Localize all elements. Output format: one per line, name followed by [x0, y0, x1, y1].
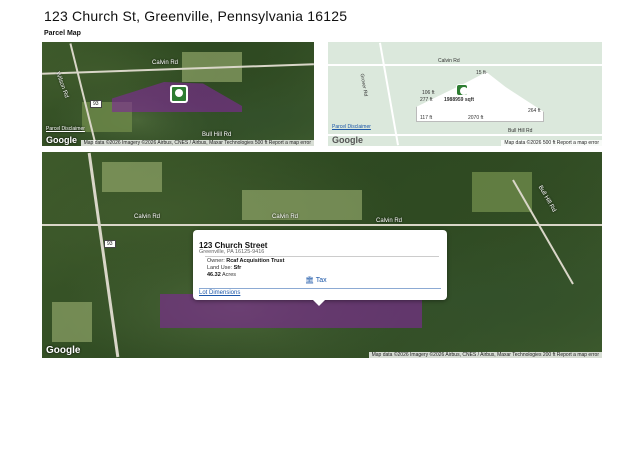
road — [328, 134, 602, 136]
road — [328, 64, 602, 66]
road-label: Calvin Rd — [272, 214, 299, 220]
owner-label: Owner: — [207, 258, 225, 264]
field-patch — [242, 190, 362, 220]
owner-value: Rcaf Acquisition Trust — [226, 258, 285, 264]
road-label: Calvin Rd — [438, 58, 460, 64]
road-label: Calvin Rd — [134, 214, 161, 220]
tax-label: Tax — [315, 277, 327, 284]
road-label: Wilson Rd — [54, 71, 70, 99]
tax-link[interactable]: 🏛 Tax — [305, 276, 327, 284]
parcel-disclaimer-link[interactable]: Parcel Disclaimer — [46, 126, 85, 132]
section-title: Parcel Map — [44, 30, 81, 37]
parcel-satellite-map-small[interactable]: Calvin Rd Bull Hill Rd Wilson Rd 93 Parc… — [42, 42, 314, 146]
dimension-label: 117 ft — [420, 115, 433, 121]
parcel-info-popup: 123 Church Street Greenville, PA 16125-9… — [193, 230, 447, 306]
google-logo: Google — [46, 345, 81, 356]
road — [378, 42, 400, 146]
map-attribution[interactable]: Map data ©2026 500 ft Report a map error — [501, 140, 602, 146]
divider — [199, 288, 441, 289]
google-logo: Google — [332, 135, 363, 145]
dimension-label: 15 ft — [476, 70, 486, 76]
road-label: Bull Hill Rd — [202, 132, 232, 138]
google-logo: Google — [46, 135, 77, 145]
field-patch — [52, 302, 92, 342]
parcel-pin-icon[interactable] — [456, 84, 468, 96]
land-use-label: Land Use: — [207, 265, 233, 271]
building-icon: 🏛 — [305, 277, 314, 284]
route-shield: 93 — [104, 240, 116, 248]
road-label: Calvin Rd — [376, 218, 403, 224]
dimension-label: 106 ft — [422, 90, 435, 96]
road-label: Calvin Rd — [152, 60, 179, 66]
area-label: 1988959 sqft — [444, 97, 475, 103]
popup-address: Greenville, PA 16125-9416 — [199, 249, 265, 255]
map-attribution[interactable]: Map data ©2026 Imagery ©2026 Airbus, CNE… — [368, 352, 602, 358]
route-shield: 93 — [90, 100, 102, 108]
dimension-label: 277 ft — [420, 97, 433, 103]
parcel-pin-icon[interactable] — [170, 85, 188, 103]
field-patch — [472, 172, 532, 212]
parcel-disclaimer-link[interactable]: Parcel Disclaimer — [332, 124, 371, 130]
dimension-label: 264 ft — [528, 108, 541, 114]
road-label: Grover Rd — [358, 73, 369, 97]
road-label: Bull Hill Rd — [508, 128, 533, 134]
dimension-label: 2070 ft — [468, 115, 484, 121]
parcel-dimensions-map[interactable]: Calvin Rd Bull Hill Rd Grover Rd 15 ft 1… — [328, 42, 602, 146]
acres-label: Acres — [222, 272, 237, 278]
acres-value: 46.32 — [207, 272, 221, 278]
owner-row: Owner: Rcaf Acquisition Trust — [207, 258, 284, 264]
land-use-row: Land Use: Sfr — [207, 265, 241, 271]
divider — [205, 256, 439, 257]
road — [42, 224, 602, 226]
lot-dimensions-link[interactable]: Lot Dimensions — [199, 290, 240, 296]
road-label: Bull Hill Rd — [536, 184, 557, 214]
page-title: 123 Church St, Greenville, Pennsylvania … — [44, 8, 348, 24]
land-use-value: Sfr — [233, 265, 242, 271]
field-patch — [102, 162, 162, 192]
map-attribution[interactable]: Map data ©2026 Imagery ©2026 Airbus, CNE… — [80, 140, 314, 146]
acres-row: 46.32 Acres — [207, 272, 236, 278]
